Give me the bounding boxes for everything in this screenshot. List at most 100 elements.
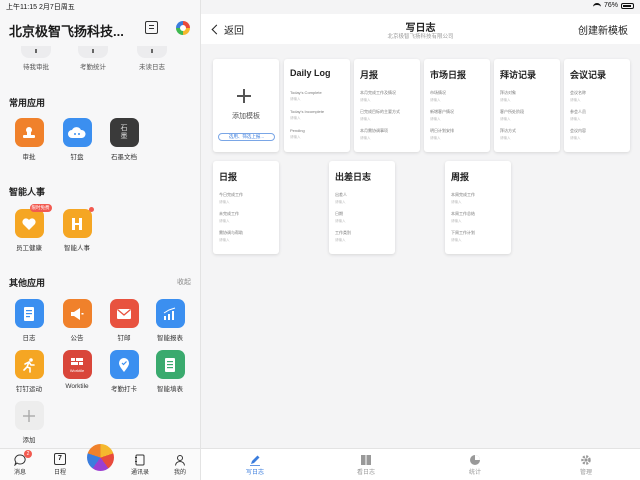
add-template-label: 添加模板 — [232, 113, 260, 120]
tab-label: 统计 — [468, 470, 481, 476]
app-smart-hr[interactable]: 智能人事 — [54, 207, 100, 252]
template-field: 新增客户情况 请输入 — [430, 109, 454, 121]
app-label: 公告 — [70, 335, 84, 342]
template-title: 拜访记录 — [500, 70, 537, 80]
app-add[interactable]: 添加 — [6, 401, 52, 444]
template-selector[interactable]: 选用、筛选上报... — [218, 133, 275, 141]
app-label: 智能填表 — [157, 386, 183, 393]
template-field: Pending 请输入 — [290, 128, 305, 139]
template-field: 今日完成工作 请输入 — [219, 192, 243, 204]
collapse-link[interactable]: 收起 — [177, 277, 191, 287]
app-label: 添加 — [22, 437, 36, 444]
unread-icon — [137, 46, 167, 58]
template-field: 未完成工作 请输入 — [219, 211, 239, 223]
stats-icon — [78, 46, 108, 58]
tab-write-log[interactable]: 写日志 — [225, 453, 285, 476]
ding-center-icon[interactable] — [87, 444, 114, 471]
app-dingtalk-sport[interactable]: 钉钉运动 — [6, 350, 52, 393]
approval-icon — [21, 46, 51, 58]
run-icon — [14, 350, 44, 379]
contacts-icon — [134, 453, 146, 466]
template-field: 已完成目标的主要方式 请输入 — [360, 109, 400, 121]
template-card-business-trip[interactable]: 出差日志 出差人 请输入 日期 请输入 工作类别 请输入 — [329, 161, 395, 254]
template-field: 日期 请输入 — [335, 211, 346, 223]
template-card-meeting-record[interactable]: 会议记录 会议名称 请输入 参会人员 请输入 会议内容 请输入 — [564, 59, 630, 152]
stamp-icon — [14, 118, 44, 147]
log-tabbar: 写日志 看日志 统计 管理 — [201, 448, 640, 480]
add-template-card[interactable]: 添加模板 选用、筛选上报... — [213, 59, 279, 152]
app-label: 智能报表 — [157, 335, 183, 342]
template-card-market-daily[interactable]: 市场日报 市场情况 请输入 新增客户情况 请输入 明日计划安排 请输入 — [424, 59, 490, 152]
template-field: 本周完成工作 请输入 — [451, 192, 475, 204]
nav-label: 通讯录 — [130, 470, 149, 476]
nav-messages[interactable]: 2 消息 — [5, 450, 35, 476]
top-shortcuts: 待我审批 考勤统计 未读日志 — [0, 46, 200, 76]
tab-view-log[interactable]: 看日志 — [336, 453, 396, 476]
template-card-daily-log[interactable]: Daily Log Today's Complete 请输入 Today's In… — [284, 59, 350, 152]
template-title: 市场日报 — [430, 70, 467, 80]
app-label: 钉盘 — [70, 154, 84, 161]
chart-icon — [155, 299, 185, 328]
app-attendance-punch[interactable]: 考勤打卡 — [101, 350, 147, 393]
template-field: Today's Incomplete 请输入 — [290, 109, 325, 120]
org-switch-icon[interactable] — [176, 21, 190, 35]
create-template-button[interactable]: 创建新模板 — [578, 22, 628, 37]
template-field: 拜访方式 请输入 — [500, 128, 516, 140]
template-card-visit-record[interactable]: 拜访记录 拜访对象 请输入 客户所处阶段 请输入 拜访方式 请输入 — [494, 59, 560, 152]
shortcut-attendance-stats[interactable]: 考勤统计 — [63, 46, 123, 71]
shortcut-label: 考勤统计 — [80, 64, 106, 71]
form-icon — [155, 350, 185, 379]
app-log[interactable]: 日志 — [6, 299, 52, 342]
template-card-daily[interactable]: 日报 今日完成工作 请输入 未完成工作 请输入 需协调与帮助 请输入 — [213, 161, 279, 254]
app-dingmail[interactable]: 钉邮 — [101, 299, 147, 342]
pen-icon — [249, 453, 261, 466]
battery-icon — [621, 2, 634, 9]
message-badge: 2 — [24, 450, 32, 458]
shortcut-pending-approval[interactable]: 待我审批 — [6, 46, 66, 71]
battery-percent: 76% — [603, 2, 618, 9]
template-field: 下周工作计划 请输入 — [451, 230, 475, 242]
app-approval[interactable]: 审批 — [6, 118, 52, 161]
nav-contacts[interactable]: 通讯录 — [125, 453, 155, 476]
template-card-weekly[interactable]: 周报 本周完成工作 请输入 本周工作总结 请输入 下周工作计划 请输入 — [445, 161, 511, 254]
template-field: 需协调与帮助 请输入 — [219, 230, 243, 242]
app-employee-health[interactable]: 限时免费 员工健康 — [6, 204, 52, 252]
tab-statistics[interactable]: 统计 — [445, 453, 505, 476]
app-smart-form[interactable]: 智能填表 — [147, 350, 193, 393]
location-icon — [109, 350, 139, 379]
section-common-apps: 常用应用 — [9, 98, 46, 108]
edit-icon[interactable] — [145, 21, 158, 34]
template-field: 本月完成工作及情况 请输入 — [360, 90, 396, 102]
status-right: 76% — [592, 2, 634, 9]
app-worktile[interactable]: Worktile Worktile — [54, 350, 100, 390]
status-bar: 上午11:15 2月7日周五 76% — [0, 0, 640, 14]
shortcut-label: 未读日志 — [139, 64, 165, 71]
org-title[interactable]: 北京极智飞扬科技... — [9, 21, 124, 40]
profile-icon — [174, 453, 186, 466]
app-announcement[interactable]: 公告 — [54, 299, 100, 342]
tab-label: 看日志 — [356, 470, 375, 476]
template-title: 月报 — [360, 70, 379, 80]
nav-calendar[interactable]: 7 日程 — [45, 453, 75, 476]
template-card-monthly[interactable]: 月报 本月完成工作及情况 请输入 已完成目标的主要方式 请输入 本月需协调事项 请输入 — [354, 59, 420, 152]
app-dingpan[interactable]: 钉盘 — [54, 118, 100, 161]
template-field: 工作类别 请输入 — [335, 230, 351, 242]
template-field: 客户所处阶段 请输入 — [500, 109, 524, 121]
app-shimo[interactable]: 石墨 石墨文档 — [101, 118, 147, 161]
app-label: 日志 — [22, 335, 36, 342]
org-header: 北京极智飞扬科技... — [0, 14, 200, 42]
shortcut-unread-logs[interactable]: 未读日志 — [122, 46, 182, 71]
workbench-panel: 北京极智飞扬科技... 待我审批 考勤统计 未读日志 常用应用 审批 钉盘 石墨… — [0, 0, 201, 480]
template-field: 拜访对象 请输入 — [500, 90, 516, 102]
nav-profile[interactable]: 我的 — [165, 453, 195, 476]
log-icon — [14, 299, 44, 328]
app-smart-report[interactable]: 智能报表 — [147, 299, 193, 342]
template-field: 参会人员 请输入 — [570, 109, 586, 121]
free-badge: 限时免费 — [29, 204, 52, 212]
wifi-icon — [592, 2, 601, 9]
app-label: 智能人事 — [64, 245, 90, 252]
tab-manage[interactable]: 管理 — [556, 453, 616, 476]
hr-icon — [62, 207, 94, 238]
book-icon — [360, 453, 372, 465]
worktile-glyph: Worktile — [69, 367, 85, 373]
